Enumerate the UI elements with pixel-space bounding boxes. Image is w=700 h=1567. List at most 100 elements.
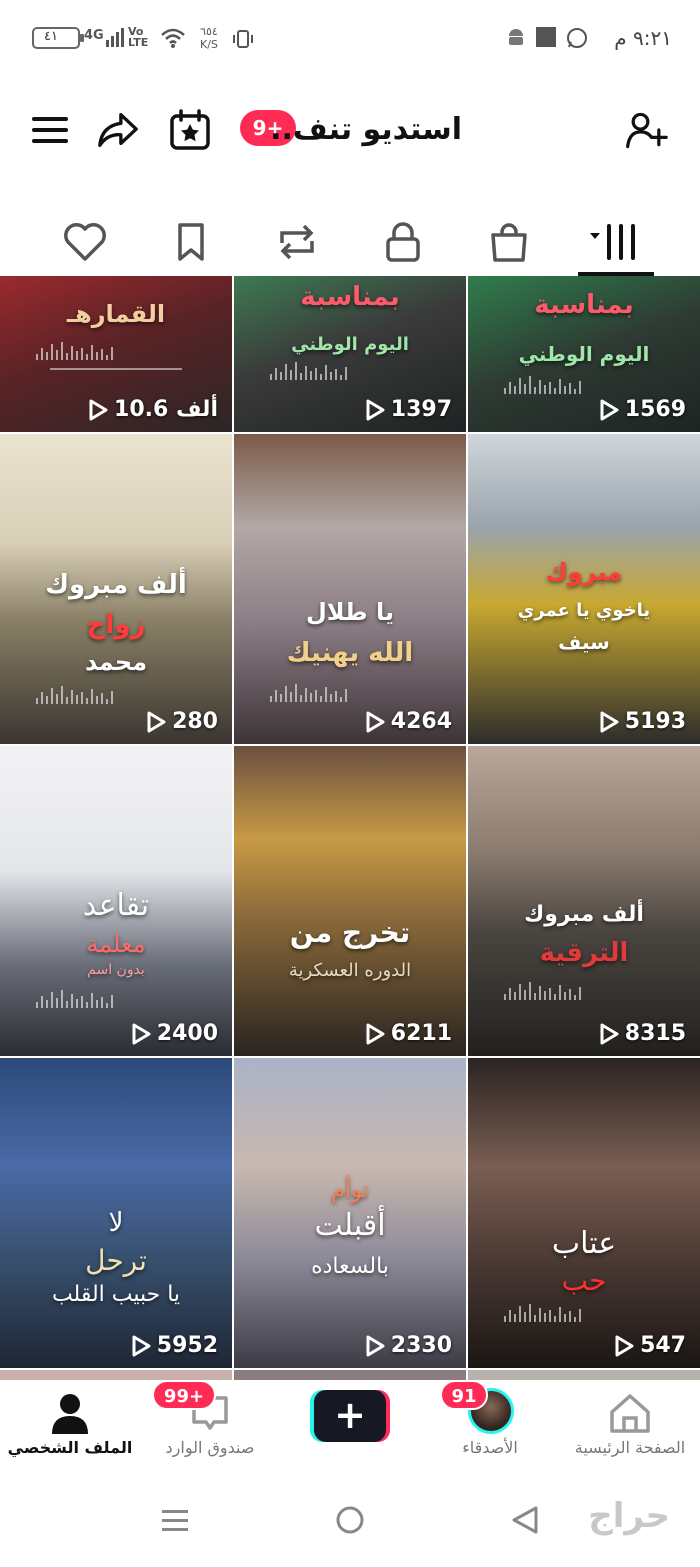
volte-line2: LTE — [128, 36, 149, 49]
view-count: 5193 — [599, 709, 686, 734]
play-icon — [600, 399, 619, 420]
video-tile[interactable]: تقاعد معلمة بدون اسم 2400 — [0, 746, 232, 1056]
tab-saved[interactable] — [165, 216, 217, 268]
view-count-value: 10.6 ألف — [114, 397, 218, 422]
video-tile[interactable]: عتاب حب 547 — [468, 1058, 700, 1368]
video-caption: زواج — [86, 610, 146, 640]
waveform — [270, 680, 430, 702]
view-count-value: 280 — [172, 709, 218, 734]
wifi-icon — [161, 28, 185, 48]
view-count-value: 4264 — [390, 709, 452, 734]
nav-friends-label: الأصدقاء — [462, 1438, 518, 1457]
repost-icon — [280, 224, 314, 260]
thumbnail — [468, 746, 700, 1056]
view-count-value: 8315 — [624, 1021, 686, 1046]
view-count-value: 1569 — [624, 397, 686, 422]
clock: ٩:٢١ م — [614, 26, 672, 50]
waveform — [504, 978, 664, 1000]
view-count: 10.6 ألف — [88, 397, 218, 422]
play-icon — [366, 1023, 385, 1044]
video-caption: لا — [108, 1208, 124, 1238]
inbox-badge: 99+ — [152, 1380, 216, 1410]
nav-profile-label: الملف الشخصي — [7, 1438, 133, 1457]
video-caption: أقبلت — [314, 1208, 386, 1243]
video-tile[interactable] — [234, 1370, 466, 1380]
square-icon — [536, 27, 556, 47]
page-title[interactable]: استديو تنف.. — [270, 112, 462, 147]
video-tile[interactable]: القمارهـ 10.6 ألف — [0, 276, 232, 432]
video-caption: توأم — [331, 1178, 369, 1203]
play-icon — [147, 711, 166, 732]
video-tile[interactable]: لا ترحل يا حبيب القلب 5952 — [0, 1058, 232, 1368]
play-icon — [132, 1023, 151, 1044]
tab-videos[interactable] — [590, 216, 646, 268]
play-icon — [366, 399, 385, 420]
home-button-icon[interactable] — [334, 1504, 366, 1536]
video-tile[interactable]: بمناسبة اليوم الوطني 1397 — [234, 276, 466, 432]
video-tile[interactable]: مبروك ياخوي يا عمري سيف 5193 — [468, 434, 700, 744]
view-count: 1397 — [365, 397, 452, 422]
video-tile[interactable]: ألف مبروك الترقية 8315 — [468, 746, 700, 1056]
waveform — [504, 372, 664, 394]
view-count: 8315 — [599, 1021, 686, 1046]
grid-icon — [590, 224, 635, 260]
video-caption: تقاعد — [82, 888, 150, 923]
bookmark-icon — [178, 223, 204, 261]
video-tile[interactable]: توأم أقبلت بالسعاده 2330 — [234, 1058, 466, 1368]
video-caption: ترحل — [85, 1244, 147, 1277]
video-tile[interactable] — [0, 1370, 232, 1380]
video-tile[interactable]: يا طلال الله يهنيك 4264 — [234, 434, 466, 744]
play-icon — [366, 1335, 385, 1356]
back-icon[interactable] — [510, 1504, 540, 1536]
recents-icon[interactable] — [160, 1506, 190, 1536]
whatsapp-icon — [567, 28, 587, 48]
thumbnail — [234, 1370, 466, 1380]
waveform — [36, 986, 196, 1008]
lock-icon — [386, 222, 420, 262]
play-icon — [600, 1023, 619, 1044]
signal-icon — [106, 28, 124, 47]
video-caption: حب — [561, 1264, 607, 1297]
calendar-star-icon[interactable] — [168, 108, 212, 152]
view-count-value: 547 — [640, 1333, 686, 1358]
vibrate-icon — [233, 30, 253, 48]
video-caption: عتاب — [551, 1226, 617, 1261]
plus-icon: + — [314, 1390, 386, 1442]
nav-friends[interactable]: 91 الأصدقاء — [420, 1380, 560, 1476]
view-count: 280 — [146, 709, 218, 734]
play-icon — [132, 1335, 151, 1356]
friends-badge: 91 — [440, 1380, 488, 1410]
share-icon[interactable] — [96, 108, 140, 152]
nav-inbox[interactable]: 99+ صندوق الوارد — [140, 1380, 280, 1476]
tab-reposts[interactable] — [271, 216, 323, 268]
add-user-icon[interactable] — [624, 108, 668, 152]
video-caption: بمناسبة — [300, 282, 400, 312]
video-caption: اليوم الوطني — [518, 342, 650, 366]
tab-shop[interactable] — [483, 216, 535, 268]
bag-icon — [491, 223, 527, 262]
nav-profile[interactable]: الملف الشخصي — [0, 1380, 140, 1476]
create-button[interactable]: + — [310, 1390, 390, 1442]
video-tile[interactable] — [468, 1370, 700, 1380]
system-navigation: حراج — [0, 1476, 700, 1567]
tab-private[interactable] — [377, 216, 429, 268]
video-caption: تخرج من — [289, 916, 411, 949]
progress-line — [50, 368, 182, 370]
view-count: 6211 — [365, 1021, 452, 1046]
tab-liked[interactable] — [59, 216, 111, 268]
play-icon — [615, 1335, 634, 1356]
video-tile[interactable]: تخرج من الدوره العسكرية 6211 — [234, 746, 466, 1056]
waveform — [36, 338, 196, 360]
view-count: 4264 — [365, 709, 452, 734]
video-tile[interactable]: ألف مبروك زواج محمد 280 — [0, 434, 232, 744]
video-tile[interactable]: بمناسبة اليوم الوطني 1569 — [468, 276, 700, 432]
nav-home[interactable]: الصفحة الرئيسية — [560, 1380, 700, 1476]
video-caption: يا طلال — [305, 598, 395, 626]
menu-icon[interactable] — [28, 108, 72, 152]
thumbnail — [468, 434, 700, 744]
video-caption: بالسعاده — [311, 1254, 389, 1279]
waveform — [504, 1300, 664, 1322]
android-icon — [509, 29, 523, 45]
view-count-value: 2400 — [156, 1021, 218, 1046]
view-count-value: 5952 — [156, 1333, 218, 1358]
